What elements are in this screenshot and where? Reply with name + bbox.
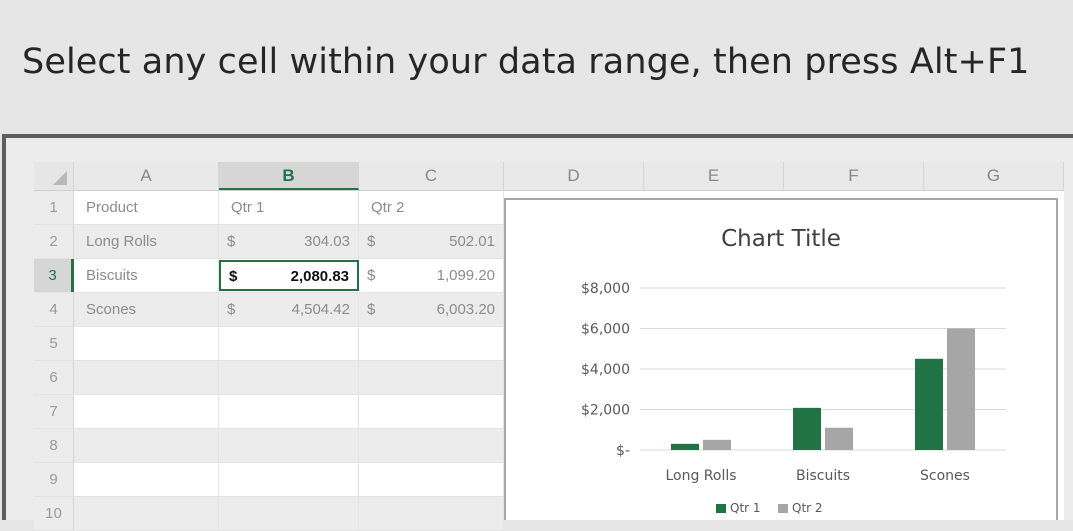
table-row: 1 Product Qtr 1 Qtr 2: [34, 191, 504, 225]
currency-symbol: $: [227, 301, 236, 318]
bar: [947, 328, 975, 450]
cell-value: 304.03: [304, 233, 350, 250]
cell-b8[interactable]: [219, 429, 359, 462]
cell-b6[interactable]: [219, 361, 359, 394]
row-header[interactable]: 9: [34, 463, 74, 496]
table-row: 8: [34, 429, 504, 463]
cell-c2[interactable]: $502.01: [359, 225, 504, 258]
y-tick-label: $8,000: [581, 281, 630, 297]
column-header-a[interactable]: A: [74, 162, 219, 190]
bar: [825, 427, 853, 450]
cell-b5[interactable]: [219, 327, 359, 360]
legend-label: Qtr 2: [792, 501, 823, 515]
cell-a6[interactable]: [74, 361, 219, 394]
row-header[interactable]: 5: [34, 327, 74, 360]
column-header-e[interactable]: E: [644, 162, 784, 190]
column-header-row: A B C D E F G: [34, 162, 1064, 191]
cell-b3[interactable]: $2,080.83: [219, 260, 359, 291]
cell-a7[interactable]: [74, 395, 219, 428]
column-header-f[interactable]: F: [784, 162, 924, 190]
cell-c3[interactable]: $1,099.20: [359, 259, 504, 292]
row-header[interactable]: 3: [34, 259, 74, 292]
chart-plot: $- $2,000 $4,000 $6,000 $8,000 Long Rolls Bisc…: [581, 281, 1006, 515]
row-header[interactable]: 10: [34, 497, 74, 530]
cell-b7[interactable]: [219, 395, 359, 428]
cell-c7[interactable]: [359, 395, 504, 428]
cell-value: 2,080.83: [290, 268, 349, 285]
bar: [793, 407, 821, 450]
x-tick-label: Long Rolls: [665, 468, 736, 484]
currency-symbol: $: [227, 233, 236, 250]
cell-c4[interactable]: $6,003.20: [359, 293, 504, 326]
cell-a4[interactable]: Scones: [74, 293, 219, 326]
bar: [915, 358, 943, 450]
cell-b9[interactable]: [219, 463, 359, 496]
chart-object[interactable]: Chart Title $- $2,000 $4,000 $6,000 $8,000 Lo…: [504, 198, 1058, 520]
column-header-c[interactable]: C: [359, 162, 504, 190]
row-header[interactable]: 2: [34, 225, 74, 258]
table-row: 3 Biscuits $2,080.83 $1,099.20: [34, 259, 504, 293]
legend-key: [716, 504, 726, 513]
cell-a2[interactable]: Long Rolls: [74, 225, 219, 258]
cell-a8[interactable]: [74, 429, 219, 462]
cell-value: 6,003.20: [436, 301, 495, 318]
select-all-button[interactable]: [34, 162, 74, 190]
cell-c5[interactable]: [359, 327, 504, 360]
table-row: 10: [34, 497, 504, 531]
cell-value: 1,099.20: [436, 267, 495, 284]
cell-a3[interactable]: Biscuits: [74, 259, 219, 292]
bar: [671, 443, 699, 450]
cell-b10[interactable]: [219, 497, 359, 530]
cell-value: 502.01: [449, 233, 495, 250]
currency-symbol: $: [367, 233, 376, 250]
select-all-icon: [53, 171, 67, 185]
y-tick-label: $-: [616, 443, 630, 459]
row-header[interactable]: 8: [34, 429, 74, 462]
bar: [703, 439, 731, 450]
cell-c6[interactable]: [359, 361, 504, 394]
cell-b4[interactable]: $4,504.42: [219, 293, 359, 326]
cell-c9[interactable]: [359, 463, 504, 496]
row-header[interactable]: 6: [34, 361, 74, 394]
cell-a1[interactable]: Product: [74, 191, 219, 224]
row-header[interactable]: 7: [34, 395, 74, 428]
currency-symbol: $: [229, 268, 238, 285]
column-header-g[interactable]: G: [924, 162, 1064, 190]
instruction-text: Select any cell within your data range, …: [22, 42, 1030, 82]
cell-a9[interactable]: [74, 463, 219, 496]
table-row: 9: [34, 463, 504, 497]
cell-c8[interactable]: [359, 429, 504, 462]
currency-symbol: $: [367, 267, 376, 284]
cell-a5[interactable]: [74, 327, 219, 360]
table-row: 4 Scones $4,504.42 $6,003.20: [34, 293, 504, 327]
column-header-d[interactable]: D: [504, 162, 644, 190]
column-header-b[interactable]: B: [219, 162, 359, 190]
table-row: 5: [34, 327, 504, 361]
x-tick-label: Biscuits: [796, 468, 850, 484]
y-tick-label: $4,000: [581, 362, 630, 378]
row-header[interactable]: 1: [34, 191, 74, 224]
cell-c1[interactable]: Qtr 2: [359, 191, 504, 224]
table-row: 2 Long Rolls $304.03 $502.01: [34, 225, 504, 259]
y-tick-label: $6,000: [581, 322, 630, 338]
cell-value: 4,504.42: [291, 301, 350, 318]
table-row: 6: [34, 361, 504, 395]
cell-c10[interactable]: [359, 497, 504, 530]
row-header[interactable]: 4: [34, 293, 74, 326]
x-tick-label: Scones: [920, 468, 970, 484]
legend-key: [778, 504, 788, 513]
currency-symbol: $: [367, 301, 376, 318]
cell-b2[interactable]: $304.03: [219, 225, 359, 258]
cell-b1[interactable]: Qtr 1: [219, 191, 359, 224]
table-row: 7: [34, 395, 504, 429]
y-tick-label: $2,000: [581, 403, 630, 419]
legend-label: Qtr 1: [730, 501, 761, 515]
cell-a10[interactable]: [74, 497, 219, 530]
